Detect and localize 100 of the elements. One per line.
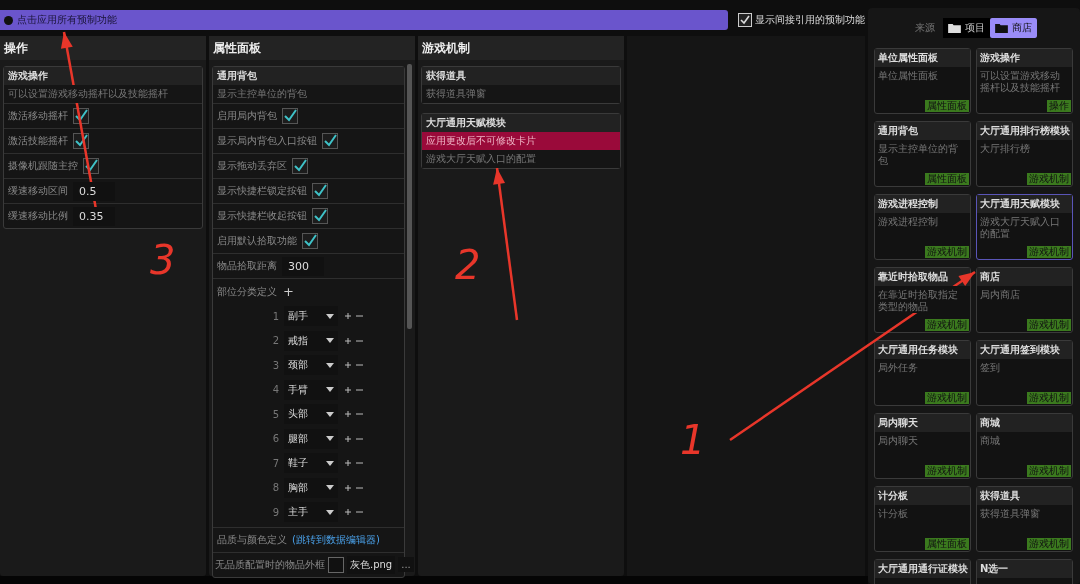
checkbox[interactable]	[282, 108, 298, 124]
prefab-card[interactable]: 游戏进程控制 游戏进程控制 游戏机制	[874, 194, 971, 260]
annotation-number: 1	[680, 420, 706, 460]
card-title: 商店	[977, 268, 1072, 286]
caret-icon	[326, 509, 334, 515]
setting-label: 部位分类定义	[217, 284, 277, 299]
card-title: 靠近时拾取物品	[875, 268, 970, 286]
setting-label: 物品拾取距离	[217, 259, 277, 273]
card-title: 游戏操作	[977, 49, 1072, 67]
prefab-card[interactable]: 商城 商城 游戏机制	[976, 413, 1073, 479]
folder-icon	[995, 23, 1008, 33]
add-button[interactable]: +	[283, 284, 294, 299]
category-tag: 属性面板	[925, 538, 969, 550]
card-title: 大厅通用签到模块	[977, 341, 1072, 359]
module-title: 游戏操作	[4, 67, 202, 85]
slot-dropdown[interactable]: 胸部	[284, 477, 338, 498]
card-title: 大厅通用任务模块	[875, 341, 970, 359]
prefab-card[interactable]: 大厅通用通行证模块	[874, 559, 971, 584]
category-tag: 游戏机制	[925, 392, 969, 404]
caret-icon	[326, 485, 334, 491]
setting-label: 品质与颜色定义	[217, 532, 287, 547]
card-title: 游戏进程控制	[875, 195, 970, 213]
file-field[interactable]: 灰色.png	[347, 555, 396, 574]
prefab-card[interactable]: 通用背包 显示主控单位的背包 属性面板	[874, 121, 971, 187]
category-tag: 游戏机制	[1027, 465, 1071, 477]
folder-icon	[948, 23, 961, 33]
category-tag: 属性面板	[925, 173, 969, 185]
setting-label: 激活移动摇杆	[8, 109, 68, 123]
category-tag: 游戏机制	[1027, 246, 1071, 258]
caret-icon	[326, 387, 334, 393]
item-index: 6	[271, 433, 279, 445]
setting-label: 显示拖动丢弃区	[217, 159, 287, 173]
pause-icon	[4, 15, 13, 25]
image-swatch[interactable]	[328, 556, 344, 573]
setting-label: 无品质配置时的物品外框	[215, 557, 325, 572]
prefab-card[interactable]: N选一	[976, 559, 1073, 584]
number-field[interactable]: 0.5	[73, 181, 115, 201]
category-tag: 操作	[1047, 100, 1071, 112]
data-editor-link[interactable]: (跳转到数据编辑器)	[292, 532, 380, 547]
item-index: 5	[271, 408, 279, 420]
checkbox[interactable]	[312, 183, 328, 199]
item-index: 1	[271, 310, 279, 322]
prefab-card[interactable]: 靠近时拾取物品 在靠近时拾取指定类型的物品 游戏机制	[874, 267, 971, 333]
module-title: 大厅通用天赋模块	[422, 114, 620, 132]
setting-label: 摄像机跟随主控	[8, 159, 78, 173]
card-title: 通用背包	[875, 122, 970, 140]
module-title: 获得道具	[422, 67, 620, 85]
annotation-number: 3	[150, 240, 176, 280]
checkbox-label: 显示间接引用的预制功能	[755, 13, 865, 27]
prefab-card[interactable]: 计分板 计分板 属性面板	[874, 486, 971, 552]
checkbox[interactable]	[292, 158, 308, 174]
category-tag: 游戏机制	[1027, 173, 1071, 185]
slot-dropdown[interactable]: 腿部	[284, 428, 338, 449]
caret-icon	[326, 436, 334, 442]
slot-dropdown[interactable]: 戒指	[284, 330, 338, 351]
card-title: 局内聊天	[875, 414, 970, 432]
prefab-card[interactable]: 获得道具 获得道具弹窗 游戏机制	[976, 486, 1073, 552]
slot-dropdown[interactable]: 鞋子	[284, 453, 338, 474]
slot-dropdown[interactable]: 手臂	[284, 379, 338, 400]
browse-button[interactable]: ...	[398, 557, 414, 572]
slot-dropdown[interactable]: 头部	[284, 404, 338, 425]
number-field[interactable]: 0.35	[73, 206, 115, 226]
prefab-card[interactable]: 局内聊天 局内聊天 游戏机制	[874, 413, 971, 479]
slot-dropdown[interactable]: 颈部	[284, 355, 338, 376]
prefab-card[interactable]: 大厅通用任务模块 局外任务 游戏机制	[874, 340, 971, 406]
setting-label: 显示局内背包入口按钮	[217, 134, 317, 148]
prefab-card[interactable]: 商店 局内商店 游戏机制	[976, 267, 1073, 333]
scrollbar[interactable]	[407, 64, 412, 329]
source-tab[interactable]: 商店	[990, 18, 1037, 38]
item-index: 7	[271, 457, 279, 469]
module-description: 获得道具弹窗	[422, 85, 620, 103]
number-field[interactable]: 300	[282, 256, 324, 276]
checkbox[interactable]	[322, 133, 338, 149]
column-title: 游戏机制	[418, 36, 624, 60]
category-tag: 游戏机制	[1027, 392, 1071, 404]
checkbox[interactable]	[312, 208, 328, 224]
card-title: 大厅通用排行榜模块	[977, 122, 1072, 140]
setting-label: 启用默认拾取功能	[217, 234, 297, 248]
caret-icon	[326, 460, 334, 466]
module-description: 游戏大厅天赋入口的配置	[422, 150, 620, 168]
slot-dropdown[interactable]: 主手	[284, 502, 338, 523]
prefab-card[interactable]: 大厅通用排行榜模块 大厅排行榜 游戏机制	[976, 121, 1073, 187]
slot-dropdown[interactable]: 副手	[284, 306, 338, 327]
checkbox[interactable]	[302, 233, 318, 249]
prefab-card[interactable]: 游戏操作 可以设置游戏移动摇杆以及技能摇杆 操作	[976, 48, 1073, 114]
column-title: 属性面板	[209, 36, 415, 60]
category-tag: 游戏机制	[925, 246, 969, 258]
prefab-card[interactable]: 大厅通用签到模块 签到 游戏机制	[976, 340, 1073, 406]
category-tag: 游戏机制	[1027, 319, 1071, 331]
setting-label: 缓速移动比例	[8, 209, 68, 223]
module-description: 应用更改后不可修改卡片	[422, 132, 620, 150]
category-tag: 游戏机制	[925, 465, 969, 477]
setting-label: 启用局内背包	[217, 109, 277, 123]
caret-icon	[326, 313, 334, 319]
card-title: 计分板	[875, 487, 970, 505]
card-title: N选一	[977, 560, 1072, 578]
item-index: 2	[271, 335, 279, 347]
item-index: 9	[271, 506, 279, 518]
prefab-card[interactable]: 单位属性面板 单位属性面板 属性面板	[874, 48, 971, 114]
prefab-card[interactable]: 大厅通用天赋模块 游戏大厅天赋入口的配置 游戏机制	[976, 194, 1073, 260]
